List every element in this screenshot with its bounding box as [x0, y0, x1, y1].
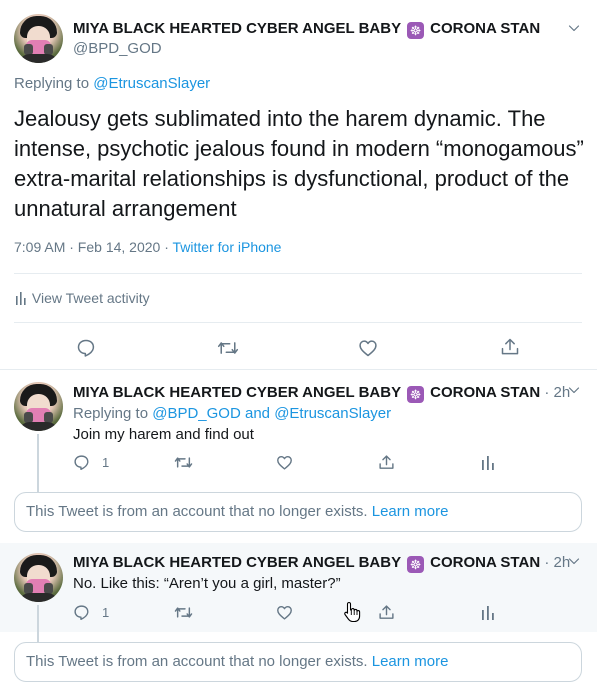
replying-to-link[interactable]: @EtruscanSlayer [274, 405, 391, 422]
analytics-icon[interactable] [481, 605, 495, 620]
replying-to-and: and [244, 405, 271, 422]
display-name-suffix: CORONA STAN [430, 554, 541, 571]
retweet-icon[interactable] [174, 454, 193, 471]
learn-more-link[interactable]: Learn more [372, 653, 449, 670]
thread-line [37, 434, 39, 492]
tweet-age[interactable]: · 2h [544, 554, 570, 571]
avatar[interactable] [14, 553, 63, 602]
wheel-of-dharma-emoji: ☸ [406, 22, 424, 39]
avatar[interactable] [14, 14, 63, 63]
unavailable-tweet-notice: This Tweet is from an account that no lo… [14, 492, 582, 532]
analytics-icon[interactable] [481, 455, 495, 470]
reply-icon[interactable] [73, 604, 90, 621]
reply-icon[interactable] [73, 454, 90, 471]
reply-count: 1 [102, 455, 110, 470]
view-tweet-activity[interactable]: View Tweet activity [14, 290, 150, 306]
replying-to: Replying to @BPD_GOD and @EtruscanSlayer [73, 405, 391, 422]
tweet-meta: 7:09 AM · Feb 14, 2020 · Twitter for iPh… [14, 239, 281, 255]
tweet-text: Join my harem and find out [73, 426, 254, 443]
display-name-text: MIYA BLACK HEARTED CYBER ANGEL BABY [73, 554, 401, 571]
replying-to-label: Replying to [73, 405, 149, 422]
replying-to-link[interactable]: @BPD_GOD [152, 405, 241, 422]
thread-line [37, 605, 39, 642]
divider [14, 322, 582, 323]
replying-to-link[interactable]: @EtruscanSlayer [93, 75, 210, 92]
share-icon[interactable] [378, 604, 395, 621]
wheel-of-dharma-emoji: ☸ [406, 556, 424, 573]
share-icon[interactable] [378, 454, 395, 471]
learn-more-link[interactable]: Learn more [372, 503, 449, 520]
tweet-text: Jealousy gets sublimated into the harem … [14, 106, 584, 221]
reply-icon[interactable] [76, 338, 96, 358]
tweet-age[interactable]: · 2h [544, 384, 570, 401]
chevron-down-icon[interactable] [568, 22, 580, 34]
share-icon[interactable] [500, 337, 520, 357]
unavailable-tweet-notice: This Tweet is from an account that no lo… [14, 642, 582, 682]
display-name-suffix: CORONA STAN [430, 384, 541, 401]
retweet-icon[interactable] [217, 338, 239, 358]
hand-pointer-cursor-icon [343, 601, 361, 628]
display-name-text: MIYA BLACK HEARTED CYBER ANGEL BABY [73, 20, 401, 37]
replying-to-label: Replying to [14, 75, 90, 92]
divider [14, 273, 582, 274]
display-name[interactable]: MIYA BLACK HEARTED CYBER ANGEL BABY ☸ CO… [73, 554, 570, 573]
analytics-icon [14, 291, 28, 305]
timestamp[interactable]: 7:09 AM · Feb 14, 2020 [14, 239, 160, 255]
notice-text: This Tweet is from an account that no lo… [26, 503, 368, 520]
tweet-text: No. Like this: “Aren’t you a girl, maste… [73, 575, 341, 592]
like-icon[interactable] [276, 454, 293, 471]
view-tweet-activity-label: View Tweet activity [31, 290, 150, 306]
chevron-down-icon[interactable] [568, 384, 580, 396]
source-link[interactable]: Twitter for iPhone [173, 239, 282, 255]
reply-count: 1 [102, 605, 110, 620]
display-name-text: MIYA BLACK HEARTED CYBER ANGEL BABY [73, 384, 401, 401]
replying-to: Replying to @EtruscanSlayer [14, 75, 210, 92]
notice-text: This Tweet is from an account that no lo… [26, 653, 368, 670]
avatar[interactable] [14, 382, 63, 431]
user-handle[interactable]: @BPD_GOD [73, 40, 162, 57]
retweet-icon[interactable] [174, 604, 193, 621]
like-icon[interactable] [276, 604, 293, 621]
wheel-of-dharma-emoji: ☸ [406, 386, 424, 403]
chevron-down-icon[interactable] [568, 555, 580, 567]
display-name[interactable]: MIYA BLACK HEARTED CYBER ANGEL BABY ☸ CO… [73, 20, 540, 39]
section-divider [0, 369, 597, 370]
display-name-suffix: CORONA STAN [430, 20, 541, 37]
like-icon[interactable] [358, 338, 378, 358]
display-name[interactable]: MIYA BLACK HEARTED CYBER ANGEL BABY ☸ CO… [73, 384, 570, 403]
meta-separator: · [164, 239, 169, 255]
